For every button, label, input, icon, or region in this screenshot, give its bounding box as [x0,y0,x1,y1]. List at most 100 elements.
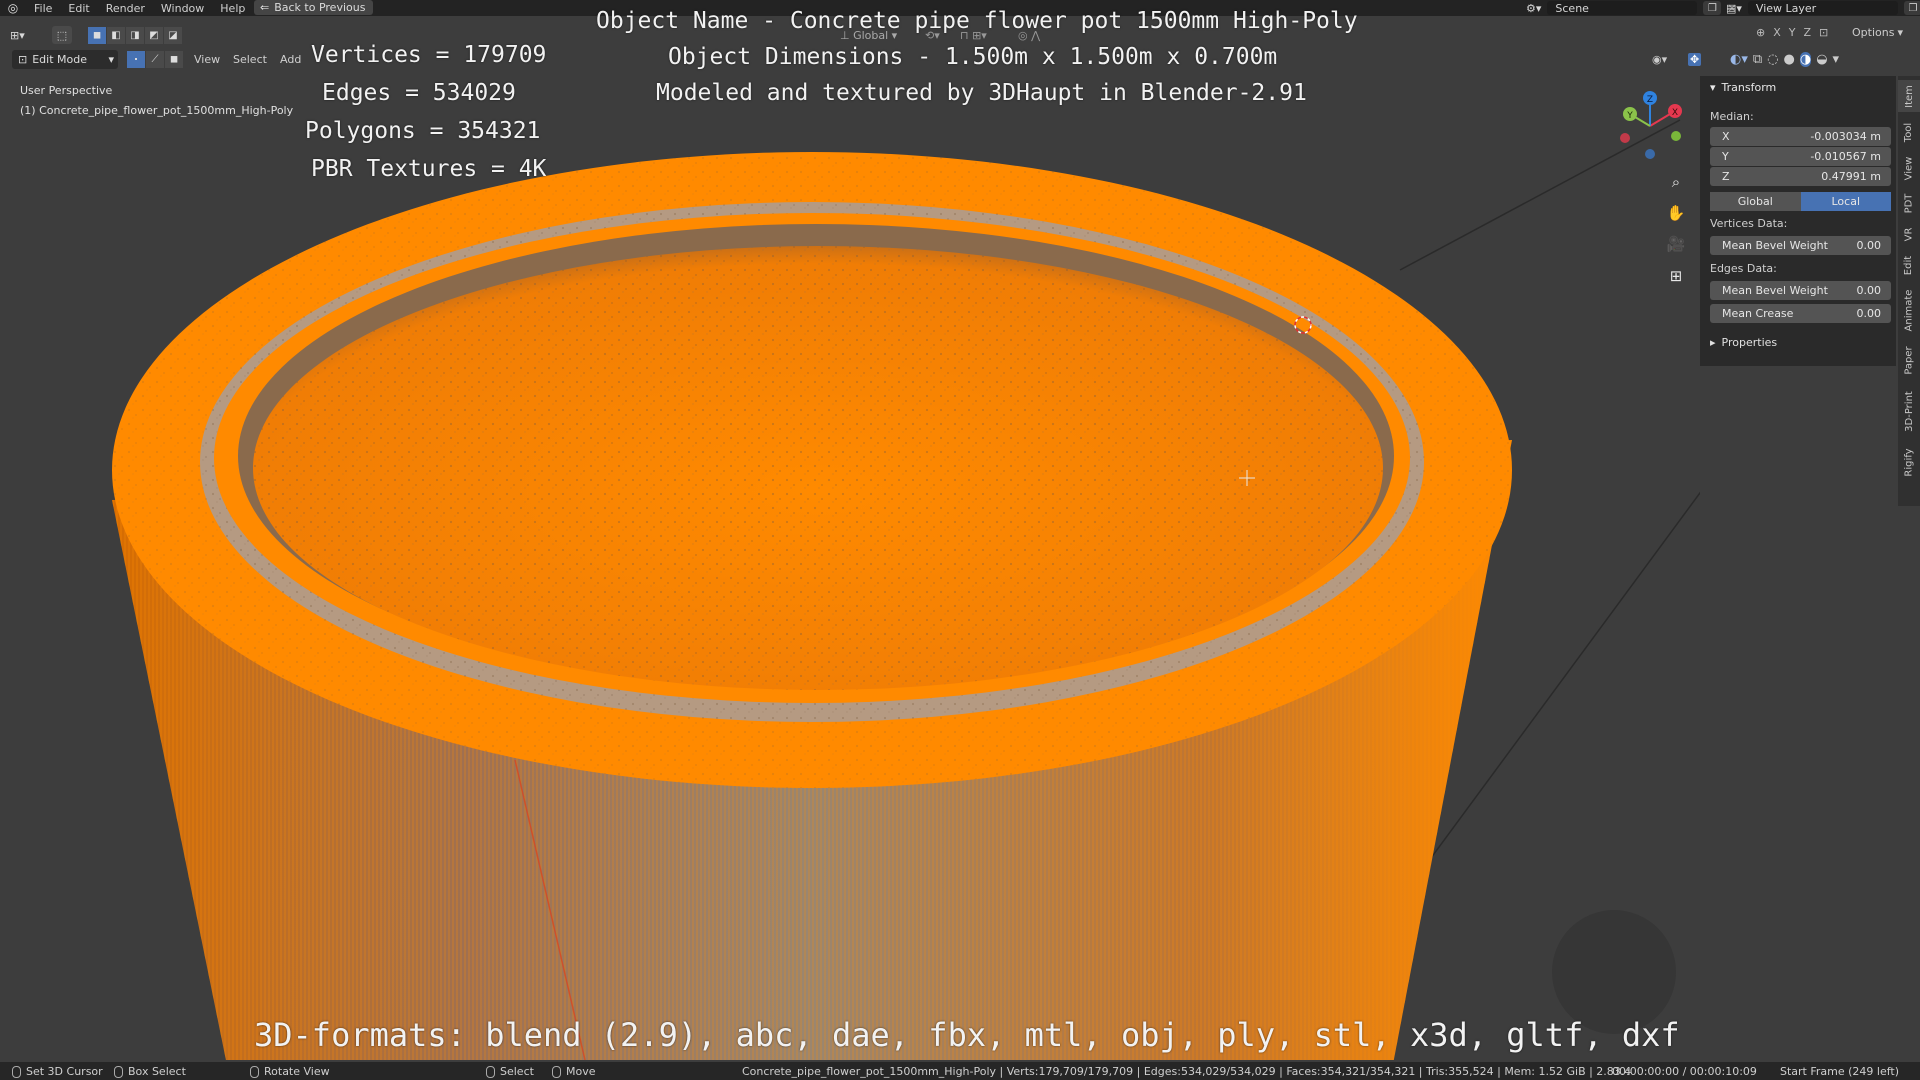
active-object-label: (1) Concrete_pipe_flower_pot_1500mm_High… [20,104,294,117]
select-tool-icon[interactable]: ⬚ [52,26,72,44]
gizmo-x-label: X [1672,108,1678,118]
gizmo-toggle-icon[interactable]: ✥ [1688,53,1702,66]
mean-bevel-weight-label: Mean Bevel Weight [1722,239,1828,252]
textures-stat: PBR Textures = 4K [311,156,547,182]
scene-icon[interactable]: ⚙▾ [1526,2,1541,15]
rendered-shading-icon[interactable]: ◒ [1816,52,1827,67]
view-layer-field[interactable]: View Layer [1747,1,1898,15]
edge-bevel-weight-field[interactable]: Mean Bevel Weight 0.00 [1710,281,1891,300]
global-button[interactable]: Global [1710,192,1801,211]
edges-stat: Edges = 534029 [322,80,516,106]
back-to-previous-button[interactable]: ⇐ Back to Previous [254,0,374,15]
menu-render[interactable]: Render [98,2,153,15]
gizmo-neg-x-axis[interactable] [1620,133,1630,143]
back-icon: ⇐ [260,1,270,14]
select-extend-icon[interactable]: ◧ [107,26,125,44]
menu-view[interactable]: View [194,53,220,66]
median-x-field[interactable]: X -0.003034 m [1710,127,1891,146]
pipe-model-render [112,119,1700,1060]
xray-icon[interactable]: ⧉ [1753,52,1762,67]
vertex-bevel-weight-field[interactable]: Mean Bevel Weight 0.00 [1710,236,1891,255]
mean-crease-field[interactable]: Mean Crease 0.00 [1710,304,1891,323]
status-move: Move [552,1065,596,1078]
material-shading-icon[interactable]: ◑ [1799,52,1812,67]
select-subtract-icon[interactable]: ◨ [126,26,144,44]
tab-pdt[interactable]: PDT [1898,188,1920,218]
auto-merge-icon[interactable]: ⊡ [1819,26,1828,39]
gizmo-neg-y-axis[interactable] [1671,131,1681,141]
mouse-middle-icon [250,1065,259,1078]
edges-data-label: Edges Data: [1710,262,1777,275]
blender-logo-icon[interactable]: ◎ [0,0,26,16]
gizmo-y-label: Y [1626,111,1633,121]
options-dropdown[interactable]: Options ▾ [1852,26,1903,39]
edge-select-icon[interactable]: ⟋ [146,51,164,68]
mirror-y-toggle[interactable]: Y [1789,26,1796,39]
local-button[interactable]: Local [1800,192,1891,211]
menu-window[interactable]: Window [153,2,212,15]
visibility-icon[interactable]: ◉▾ [1652,53,1667,66]
rotate-view-label: Rotate View [264,1065,330,1078]
back-to-previous-label: Back to Previous [274,1,366,14]
median-z-field[interactable]: Z 0.47991 m [1710,167,1891,186]
camera-view-icon[interactable]: 🎥 [1662,230,1690,258]
mouse-left-icon [12,1065,21,1078]
gizmo-neg-z-axis[interactable] [1645,149,1655,159]
menu-add[interactable]: Add [280,53,301,66]
tab-paper[interactable]: Paper [1898,340,1920,380]
gizmo-z-label: Z [1647,95,1653,105]
copy-scene-icon[interactable]: ❐ [1703,1,1722,15]
x-value: -0.003034 m [1810,130,1881,143]
y-label: Y [1722,150,1729,163]
menu-help[interactable]: Help [212,2,253,15]
collapse-down-icon: ▾ [1710,80,1716,94]
collapse-right-icon: ▸ [1710,336,1716,349]
tab-view[interactable]: View [1898,152,1920,184]
object-dimensions-line: Object Dimensions - 1.500m x 1.500m x 0.… [668,44,1278,70]
wireframe-shading-icon[interactable]: ◌ [1767,52,1778,67]
pan-hand-icon[interactable]: ✋ [1662,199,1690,227]
ortho-grid-icon[interactable]: ⊞ [1662,262,1690,290]
mirror-x-toggle[interactable]: X [1773,26,1781,39]
shading-controls: ◐▾ ⧉ ◌ ● ◑ ◒ ▾ [1730,52,1839,67]
solid-shading-icon[interactable]: ● [1784,52,1795,67]
view-layer-icon[interactable]: ▤▾ [1726,2,1742,15]
copy-view-layer-icon[interactable]: ❐ [1903,1,1920,15]
scene-field[interactable]: Scene [1547,1,1698,15]
tab-vr[interactable]: VR [1898,222,1920,246]
mirror-options-icon[interactable]: ⊕ [1756,26,1765,39]
transform-panel-header[interactable]: ▾ Transform [1700,76,1896,98]
mirror-z-toggle[interactable]: Z [1804,26,1812,39]
shading-options-icon[interactable]: ▾ [1833,52,1840,67]
menu-select[interactable]: Select [233,53,267,66]
tab-item[interactable]: Item [1898,80,1920,112]
navigation-gizmo[interactable]: X Z Y [1610,86,1690,166]
properties-panel-header[interactable]: ▸ Properties [1710,336,1777,349]
vertex-bevel-weight-value: 0.00 [1856,239,1882,252]
menu-file[interactable]: File [26,2,60,15]
menu-edit[interactable]: Edit [60,2,97,15]
select-new-icon[interactable]: ◼ [88,26,106,44]
median-y-field[interactable]: Y -0.010567 m [1710,147,1891,166]
select-intersect-icon[interactable]: ◪ [164,26,182,44]
tab-rigify[interactable]: Rigify [1898,442,1920,482]
box-select-label: Box Select [128,1065,186,1078]
sidebar-tabs: Item Tool View PDT VR Edit Animate Paper… [1898,76,1920,506]
select-invert-icon[interactable]: ◩ [145,26,163,44]
face-select-icon[interactable]: ◼ [165,51,183,68]
selection-mode-group: ◼ ◧ ◨ ◩ ◪ [88,26,182,44]
tab-animate[interactable]: Animate [1898,284,1920,336]
tab-edit[interactable]: Edit [1898,250,1920,280]
mode-dropdown[interactable]: ⊡ Edit Mode ▾ [12,50,118,69]
modeled-by-line: Modeled and textured by 3DHaupt in Blend… [656,80,1307,106]
sidebar-item-panel: ▾ Transform Median: X -0.003034 m Y -0.0… [1700,76,1896,366]
3d-viewport[interactable] [0,70,1700,1060]
zoom-icon[interactable]: ⌕ [1662,168,1690,196]
viewport-perspective-label: User Perspective [20,84,113,97]
vertex-select-icon[interactable]: ⬝ [127,51,145,68]
editor-type-icon[interactable]: ⊞▾ [10,26,25,44]
scene-statistics: Concrete_pipe_flower_pot_1500mm_High-Pol… [742,1065,1632,1078]
overlay-icon[interactable]: ◐▾ [1730,52,1748,67]
tab-tool[interactable]: Tool [1898,116,1920,148]
tab-3d-print[interactable]: 3D-Print [1898,384,1920,438]
